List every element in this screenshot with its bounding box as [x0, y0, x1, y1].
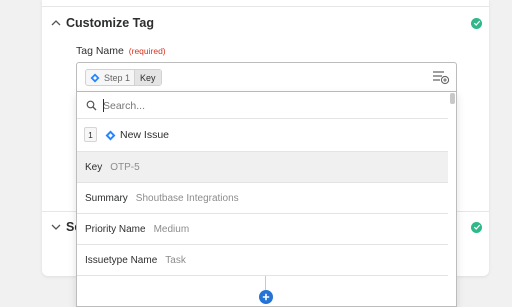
option-key[interactable]: Key OTP-5	[77, 152, 448, 183]
option-value: Shoutbase Integrations	[135, 192, 239, 204]
plus-icon	[262, 293, 270, 301]
scrollbar[interactable]	[450, 93, 455, 104]
check-circle-icon	[471, 221, 482, 233]
insert-data-icon[interactable]	[432, 69, 450, 85]
check-circle-icon	[471, 17, 482, 29]
search-input[interactable]	[103, 97, 403, 114]
section-title: Customize Tag	[66, 16, 154, 30]
tag-name-input[interactable]: Step 1 Key	[76, 62, 457, 92]
add-step-button[interactable]	[259, 290, 273, 304]
option-label: Priority Name	[85, 223, 146, 235]
option-issuetype-name[interactable]: Issuetype Name Task	[77, 245, 448, 276]
tag-name-label: Tag Name (required)	[76, 45, 166, 57]
option-label: Issuetype Name	[85, 254, 158, 266]
option-summary[interactable]: Summary Shoutbase Integrations	[77, 183, 448, 214]
step-number-badge: 1	[84, 127, 97, 142]
data-picker-dropdown: 1 New Issue Key OTP-5 Summary Shoutbase …	[76, 92, 457, 307]
token-step: Step 1	[104, 72, 131, 83]
field-label-text: Tag Name	[76, 45, 124, 57]
jira-icon	[90, 73, 100, 82]
chevron-down-icon[interactable]	[50, 221, 62, 233]
jira-icon	[105, 130, 116, 141]
option-value: Task	[165, 254, 186, 266]
chevron-up-icon[interactable]	[50, 17, 62, 29]
option-label: Summary	[85, 192, 128, 204]
option-value: OTP-5	[110, 161, 140, 173]
field-token[interactable]: Step 1 Key	[85, 69, 162, 86]
step-group-header: 1 New Issue	[77, 119, 448, 152]
text-cursor	[103, 99, 104, 112]
search-bar	[77, 92, 448, 119]
token-key: Key	[134, 70, 161, 85]
search-icon	[86, 100, 97, 111]
option-priority-name[interactable]: Priority Name Medium	[77, 214, 448, 245]
step-name: New Issue	[120, 129, 170, 141]
required-indicator: (required)	[128, 46, 166, 56]
option-label: Key	[85, 161, 103, 173]
option-value: Medium	[153, 223, 190, 235]
step-connector	[265, 276, 266, 290]
section-header-customize-tag[interactable]: Customize Tag	[42, 7, 489, 39]
